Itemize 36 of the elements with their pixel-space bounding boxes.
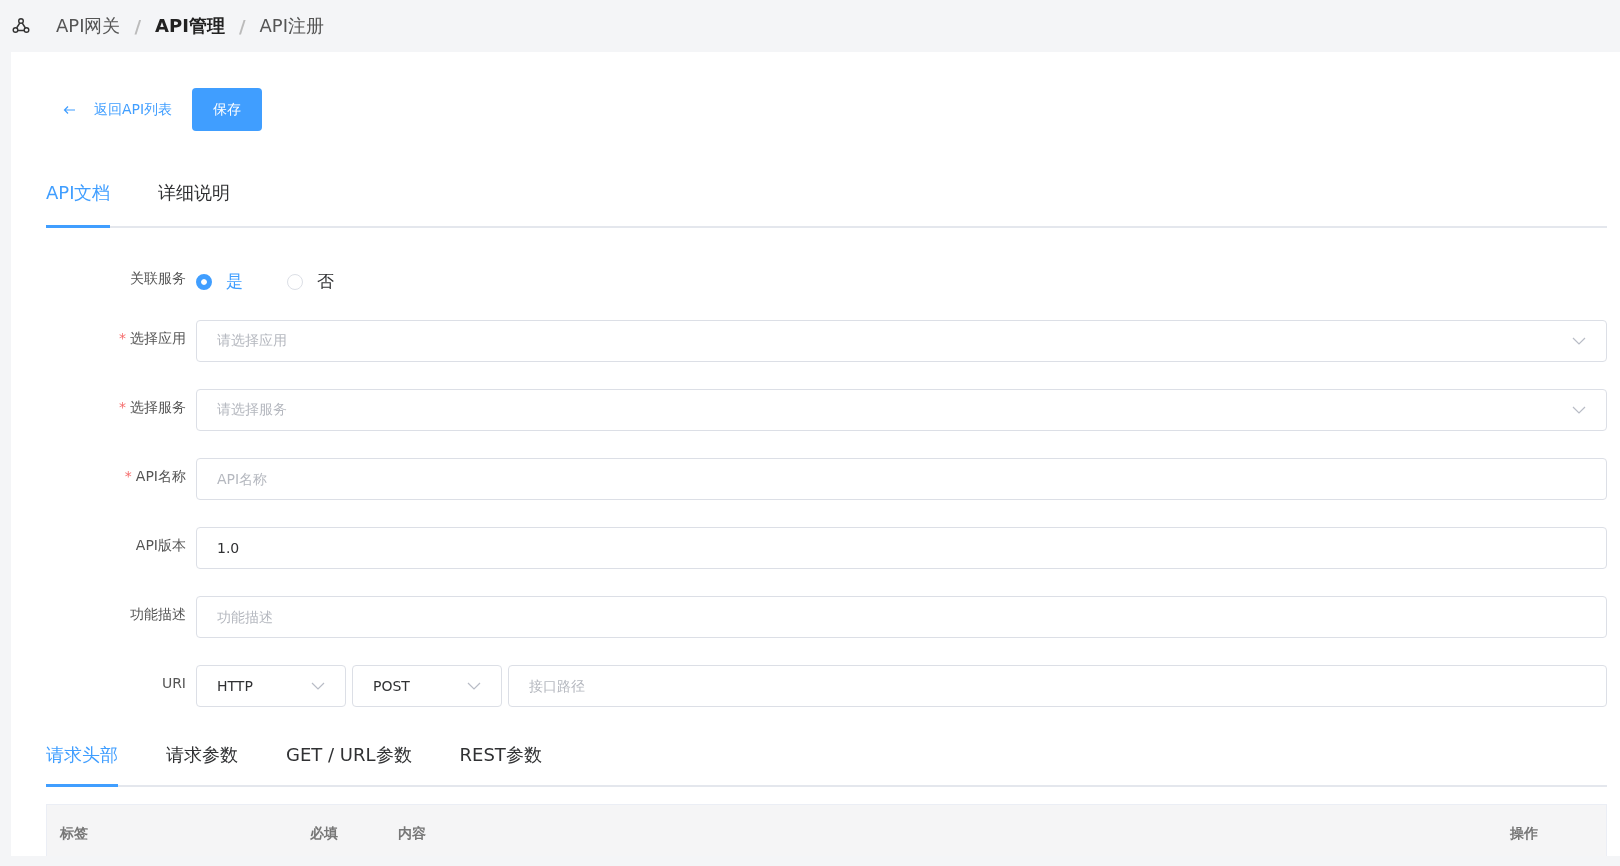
field-label: API版本 [135,537,186,553]
tab[interactable]: REST参数 [459,743,542,787]
chevron-down-icon [1572,406,1586,414]
chevron-down-icon [311,682,325,690]
field-label: 选择服务 [130,399,186,415]
field-label: 关联服务 [130,270,186,286]
column-header: 标签 [60,825,89,843]
input-field[interactable]: 接口路径 [508,665,1607,707]
column-header: 必填 [310,825,339,843]
required-asterisk: * [119,330,126,346]
field-label: 选择应用 [130,330,186,346]
select-field[interactable]: POST [352,665,502,707]
tab[interactable]: 请求参数 [166,743,238,787]
required-asterisk: * [119,399,126,415]
chevron-down-icon [467,682,481,690]
column-header: 内容 [398,825,427,843]
arrow-left-icon [63,104,76,115]
breadcrumb-link[interactable]: API网关 [56,14,121,38]
required-asterisk: * [124,468,132,484]
column-header: 操作 [1510,825,1538,843]
input-field[interactable]: 功能描述 [196,596,1607,638]
field-label: URI [161,675,186,691]
breadcrumb-separator: / [134,15,142,37]
select-field[interactable]: HTTP [196,665,346,707]
tab[interactable]: GET / URL参数 [286,743,412,787]
tab[interactable]: 详细说明 [158,181,231,228]
breadcrumb-separator: / [238,15,246,37]
input-field[interactable]: 1.0 [196,527,1607,569]
input-field[interactable]: API名称 [196,458,1607,500]
chevron-down-icon [1572,337,1586,345]
field-label: 功能描述 [130,606,186,622]
field-label: API名称 [135,468,186,484]
network-icon[interactable] [12,17,30,35]
breadcrumb-link[interactable]: API注册 [259,14,324,38]
radio-option[interactable]: 否 [287,270,334,293]
breadcrumb-link[interactable]: API管理 [155,14,225,38]
